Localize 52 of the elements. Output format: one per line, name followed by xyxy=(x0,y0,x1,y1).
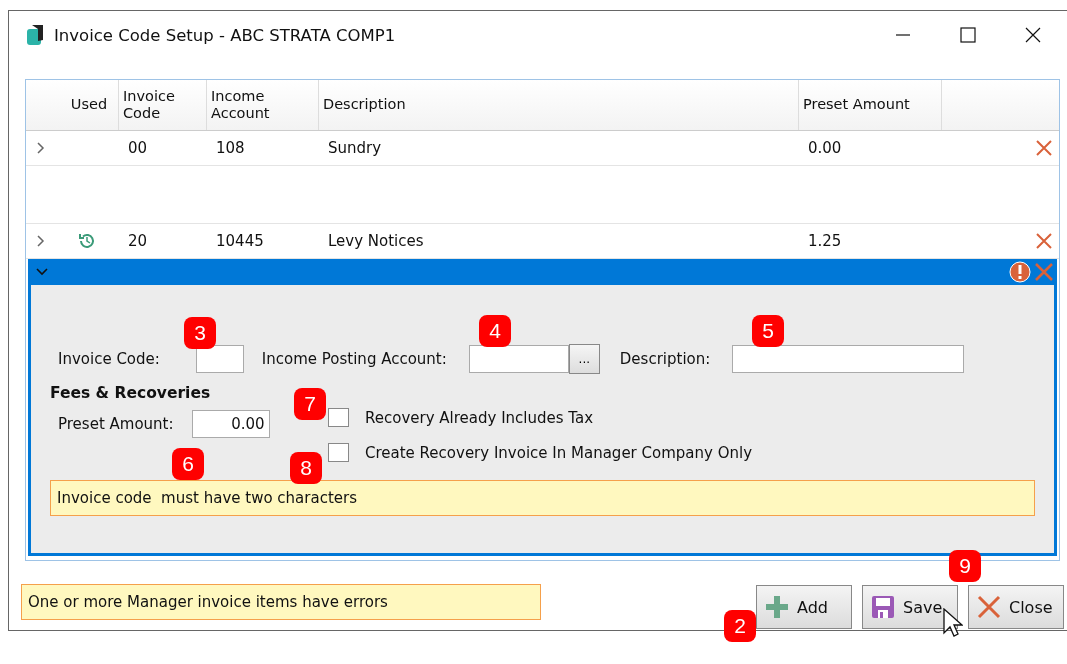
input-field[interactable] xyxy=(195,345,244,373)
callout-badge: 2 xyxy=(724,610,756,642)
checkbox-label: Recovery Already Includes Tax xyxy=(365,408,594,427)
maximize-icon[interactable] xyxy=(960,27,976,43)
table-cell-text: 0.00 xyxy=(807,139,843,157)
column-header[interactable]: Income Account xyxy=(206,80,318,130)
table-cell-text: 00 xyxy=(127,139,149,157)
checkbox[interactable] xyxy=(328,408,349,427)
checkbox[interactable] xyxy=(328,443,349,462)
input-field[interactable]: 0.00 xyxy=(191,410,270,438)
error-message: Invoice code must have two characters xyxy=(50,480,1035,516)
checkbox-label: Create Recovery Invoice In Manager Company Only xyxy=(365,443,753,462)
field-label: Invoice Code: xyxy=(58,350,160,368)
warning-icon xyxy=(1009,261,1031,283)
field-label: Income Posting Account: xyxy=(261,350,447,368)
field-label: Preset Amount: xyxy=(58,415,174,433)
callout-badge: 9 xyxy=(949,550,981,582)
chevron-right-icon[interactable] xyxy=(37,235,45,247)
table-cell-text: 108 xyxy=(215,139,246,157)
column-header[interactable]: Description xyxy=(318,80,798,130)
add-button[interactable]: Add xyxy=(756,585,852,629)
close-icon[interactable] xyxy=(1025,27,1041,43)
status-message: One or more Manager invoice items have errors xyxy=(21,584,541,620)
input-field[interactable] xyxy=(468,345,569,373)
input-field[interactable] xyxy=(732,345,965,373)
callout-badge: 6 xyxy=(172,448,204,480)
plus-icon xyxy=(765,595,789,619)
callout-badge: 4 xyxy=(479,315,511,347)
table-cell-text: 20 xyxy=(127,232,149,250)
table-cell-text: 10445 xyxy=(215,232,265,250)
column-header[interactable]: Preset Amount xyxy=(798,80,941,130)
table-cell-text: Sundry xyxy=(327,139,383,157)
close-icon xyxy=(977,595,1001,619)
window-title: Invoice Code Setup - ABC STRATA COMP1 xyxy=(54,25,396,45)
chevron-down-icon[interactable] xyxy=(36,268,48,276)
delete-icon[interactable] xyxy=(1035,139,1053,157)
callout-badge: 3 xyxy=(184,317,216,349)
column-header[interactable]: Invoice Code xyxy=(118,80,206,130)
close-button[interactable]: Close xyxy=(968,585,1064,629)
field-label: Description: xyxy=(619,350,711,368)
table-cell-text: 1.25 xyxy=(807,232,843,250)
app-logo-icon xyxy=(26,24,44,46)
browse-button[interactable]: ... xyxy=(568,344,600,374)
section-title: Fees & Recoveries xyxy=(50,384,212,402)
chevron-right-icon[interactable] xyxy=(37,142,45,154)
table-cell-text: Levy Notices xyxy=(327,232,425,250)
save-button[interactable]: Save xyxy=(862,585,958,629)
delete-icon[interactable] xyxy=(1035,232,1053,250)
callout-badge: 8 xyxy=(290,452,322,484)
callout-badge: 7 xyxy=(294,388,326,420)
callout-badge: 5 xyxy=(752,315,784,347)
column-header[interactable]: Used xyxy=(56,80,118,130)
